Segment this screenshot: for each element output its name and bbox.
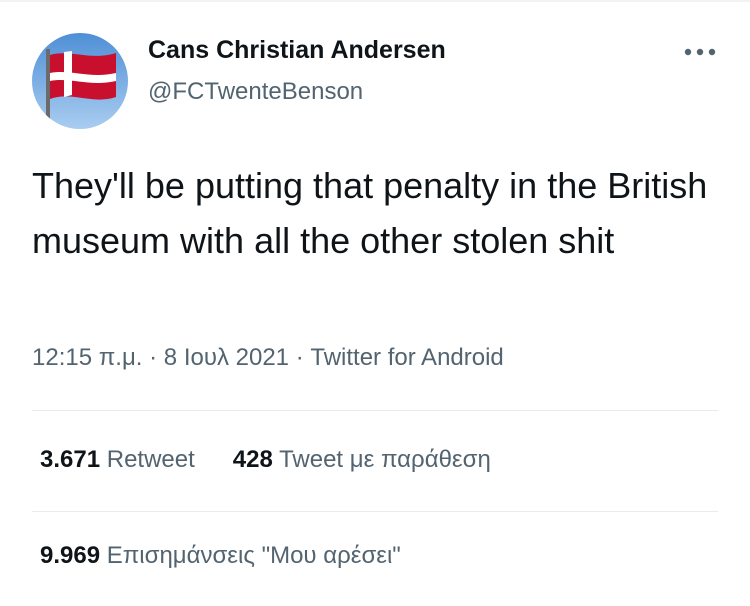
stats-divider-middle [32,511,718,512]
retweets-label: Retweet [106,446,195,473]
tweet-text: They'll be putting that penalty in the B… [32,165,708,261]
tweet-metadata: 12:15 π.μ. · 8 Ιουλ 2021 · Twitter for A… [32,344,504,372]
retweets-stat[interactable]: 3.671 Retweet [40,446,195,474]
user-handle[interactable]: @FCTwenteBenson [148,78,363,106]
display-name[interactable]: Cans Christian Andersen [148,36,446,65]
more-horizontal-icon [684,48,716,56]
tweet-source[interactable]: Twitter for Android [310,344,503,371]
likes-stat[interactable]: 9.969 Επισημάνσεις "Μου αρέσει" [40,542,401,569]
avatar[interactable] [32,33,128,129]
likes-label: Επισημάνσεις "Μου αρέσει" [106,542,401,569]
likes-stat-row: 9.969 Επισημάνσεις "Μου αρέσει" [40,542,401,570]
quote-tweets-count: 428 [232,446,273,473]
likes-count: 9.969 [40,542,101,569]
engagement-stats: 3.671 Retweet 428 Tweet με παράθεση [40,446,491,474]
stats-divider-top [32,410,718,411]
tweet-date[interactable]: 8 Ιουλ 2021 [164,344,289,371]
quote-tweets-stat[interactable]: 428 Tweet με παράθεση [233,446,491,474]
tweet-detail: Cans Christian Andersen @FCTwenteBenson … [0,0,750,606]
tweet-time[interactable]: 12:15 π.μ. [32,344,142,371]
more-options-button[interactable] [680,40,720,64]
meta-separator: · [149,344,158,371]
quote-tweets-label: Tweet με παράθεση [279,446,491,473]
meta-separator: · [295,344,304,371]
denmark-flag-icon [32,33,128,129]
retweets-count: 3.671 [40,446,101,473]
top-divider [0,0,750,2]
